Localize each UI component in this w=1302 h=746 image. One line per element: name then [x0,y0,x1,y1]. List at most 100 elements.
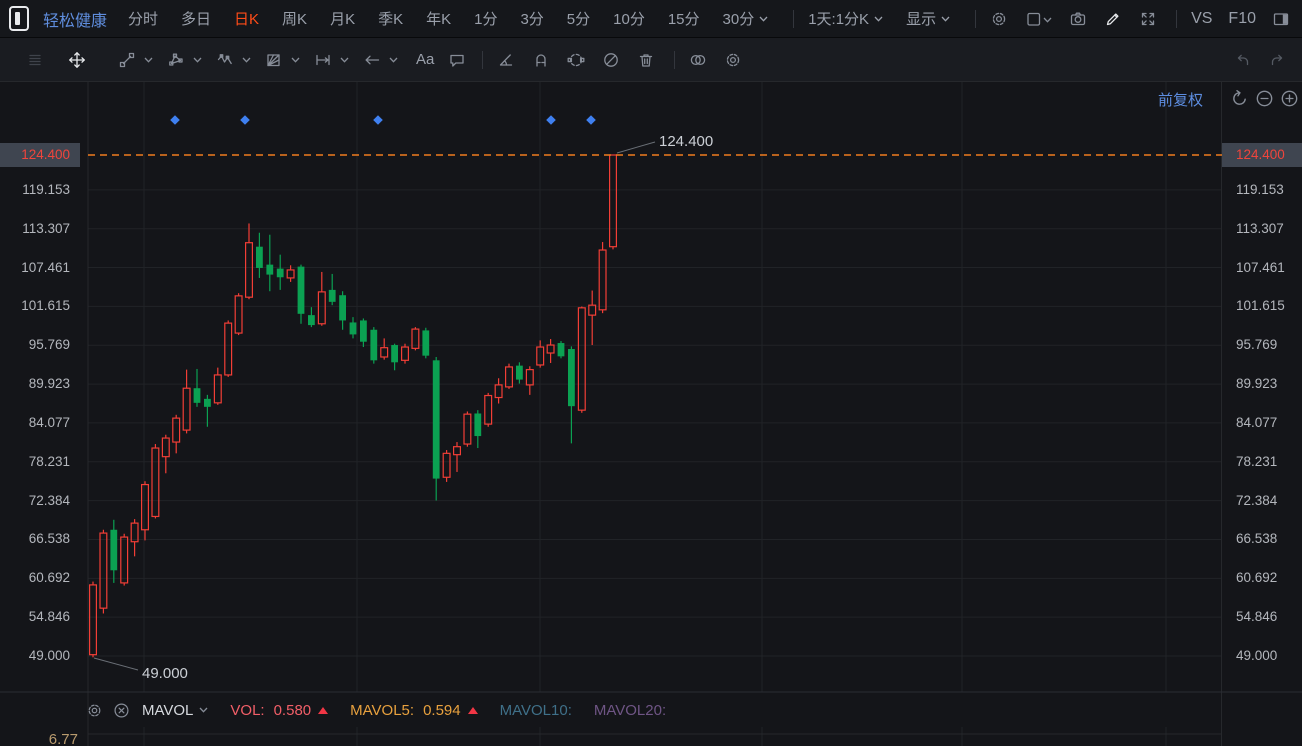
arrow-up-icon [318,707,328,714]
indicator-values: VOL:0.580MAVOL5:0.594MAVOL10:MAVOL20: [208,702,666,719]
undo-icon[interactable] [1234,51,1252,69]
display-label: 显示 [906,8,936,29]
chevron-down-icon [759,16,768,22]
indicator-label[interactable]: VOL: [230,702,264,719]
indicator-label[interactable]: MAVOL20: [594,702,666,719]
period-label: 季K [378,8,403,29]
indicator-bar: MAVOL VOL:0.580MAVOL5:0.594MAVOL10:MAVOL… [86,694,666,726]
toolbar-divider [482,51,483,69]
custom-period-dropdown[interactable]: 1天:1分K [808,8,883,29]
f10-button[interactable]: F10 [1228,10,1256,28]
period-tab-周K[interactable]: 周K [282,8,307,29]
measure-tool-icon[interactable] [314,51,332,69]
pencil-icon[interactable] [1104,10,1122,28]
indicator-close-icon[interactable] [113,702,130,719]
price-axis-label: 119.153 [22,180,70,200]
price-axis-label: 113.307 [22,219,70,239]
indicator-label[interactable]: MAVOL10: [500,702,572,719]
drawing-toolbar: Aa [0,38,1302,82]
chevron-down-icon[interactable] [144,57,153,63]
price-axis-label: 84.077 [29,413,70,433]
hide-tool-icon[interactable] [602,51,620,69]
reset-icon[interactable] [1230,89,1249,108]
period-label: 1分 [474,8,497,29]
redo-icon[interactable] [1268,51,1286,69]
period-tab-月K[interactable]: 月K [330,8,355,29]
candlestick-plot[interactable]: 124.400 49.000 [0,82,1302,746]
price-axis-label: 119.153 [1236,180,1284,200]
chevron-down-icon [874,16,883,22]
toolbar-divider [793,10,794,28]
event-marker-icon [240,115,250,125]
period-label: 15分 [668,8,700,29]
arrow-up-icon [468,707,478,714]
angle-tool-icon[interactable] [497,51,515,69]
display-dropdown[interactable]: 显示 [906,8,950,29]
period-tab-30分[interactable]: 30分 [723,8,769,29]
chevron-down-icon [941,16,950,22]
price-axis-label: 113.307 [1236,219,1284,239]
panel-right-icon[interactable] [1272,10,1290,28]
price-axis-label: 78.231 [1236,452,1277,472]
price-axis-right[interactable]: 124.400119.153113.307107.461101.61595.76… [1222,82,1302,746]
price-axis-label: 60.692 [29,568,70,588]
wave-tool-icon[interactable] [216,51,234,69]
chevron-down-icon[interactable] [389,57,398,63]
bubble-tool-icon[interactable] [448,51,466,69]
vs-button[interactable]: VS [1191,10,1212,28]
text-tool[interactable]: Aa [416,51,434,68]
price-axis-label: 49.000 [29,646,70,666]
zoom-in-icon[interactable] [1280,89,1299,108]
grip-icon[interactable] [26,51,44,69]
arrow-left-tool-icon[interactable] [363,51,381,69]
period-tab-1分[interactable]: 1分 [474,8,497,29]
top-toolbar-items: 轻松健康分时 多日 日K 周K 月K 季K 年K 1分 3分 5分 10分 15分 30分 1天:1分K 显… [43,7,1302,31]
settings-gear-icon[interactable] [990,10,1008,28]
low-annotation: 49.000 [142,665,188,682]
period-label: 5分 [567,8,590,29]
chevron-down-icon[interactable] [193,57,202,63]
trash-tool-icon[interactable] [637,51,655,69]
magnet-tool-icon[interactable] [532,51,550,69]
price-axis-left[interactable]: 124.400119.153113.307107.461101.61595.76… [0,82,80,746]
chart-type-icon[interactable] [1025,10,1052,28]
price-axis-label: 95.769 [29,335,70,355]
period-tab-10分[interactable]: 10分 [613,8,645,29]
price-axis-current-badge: 124.400 [0,143,80,167]
period-tab-15分[interactable]: 15分 [668,8,700,29]
fullscreen-icon[interactable] [1139,10,1157,28]
event-marker-icon [170,115,180,125]
indicator-name[interactable]: MAVOL [142,702,193,719]
chevron-down-icon[interactable] [291,57,300,63]
period-tab-年K[interactable]: 年K [426,8,451,29]
price-axis-label: 101.615 [21,296,70,316]
adjust-mode-label[interactable]: 前复权 [1158,89,1203,110]
chevron-down-icon[interactable] [340,57,349,63]
price-axis-label: 66.538 [1236,529,1277,549]
gann-tool-icon[interactable] [265,51,283,69]
sync-tool-icon[interactable] [567,51,585,69]
app-logo-icon[interactable] [9,6,29,31]
volume-axis-max-label: 6.77 [0,731,78,746]
indicator-settings-icon[interactable] [86,702,103,719]
period-label: 10分 [613,8,645,29]
period-tab-日K[interactable]: 日K [234,8,259,29]
camera-icon[interactable] [1069,10,1087,28]
period-tab-分时[interactable]: 分时 [128,8,158,29]
zoom-out-icon[interactable] [1255,89,1274,108]
symbol-name[interactable]: 轻松健康 [43,7,107,31]
chevron-down-icon[interactable] [199,707,208,713]
period-tab-多日[interactable]: 多日 [181,8,211,29]
trendline-tool-icon[interactable] [118,51,136,69]
gear-icon[interactable] [724,51,742,69]
circles-tool-icon[interactable] [689,51,707,69]
period-label: 多日 [181,8,211,29]
period-tab-季K[interactable]: 季K [378,8,403,29]
indicator-label[interactable]: MAVOL5: [350,702,414,719]
chevron-down-icon[interactable] [242,57,251,63]
move-tool-icon[interactable] [68,51,86,69]
period-tab-5分[interactable]: 5分 [567,8,590,29]
polygon-tool-icon[interactable] [167,51,185,69]
drawing-tools: Aa [26,51,750,69]
period-tab-3分[interactable]: 3分 [520,8,543,29]
